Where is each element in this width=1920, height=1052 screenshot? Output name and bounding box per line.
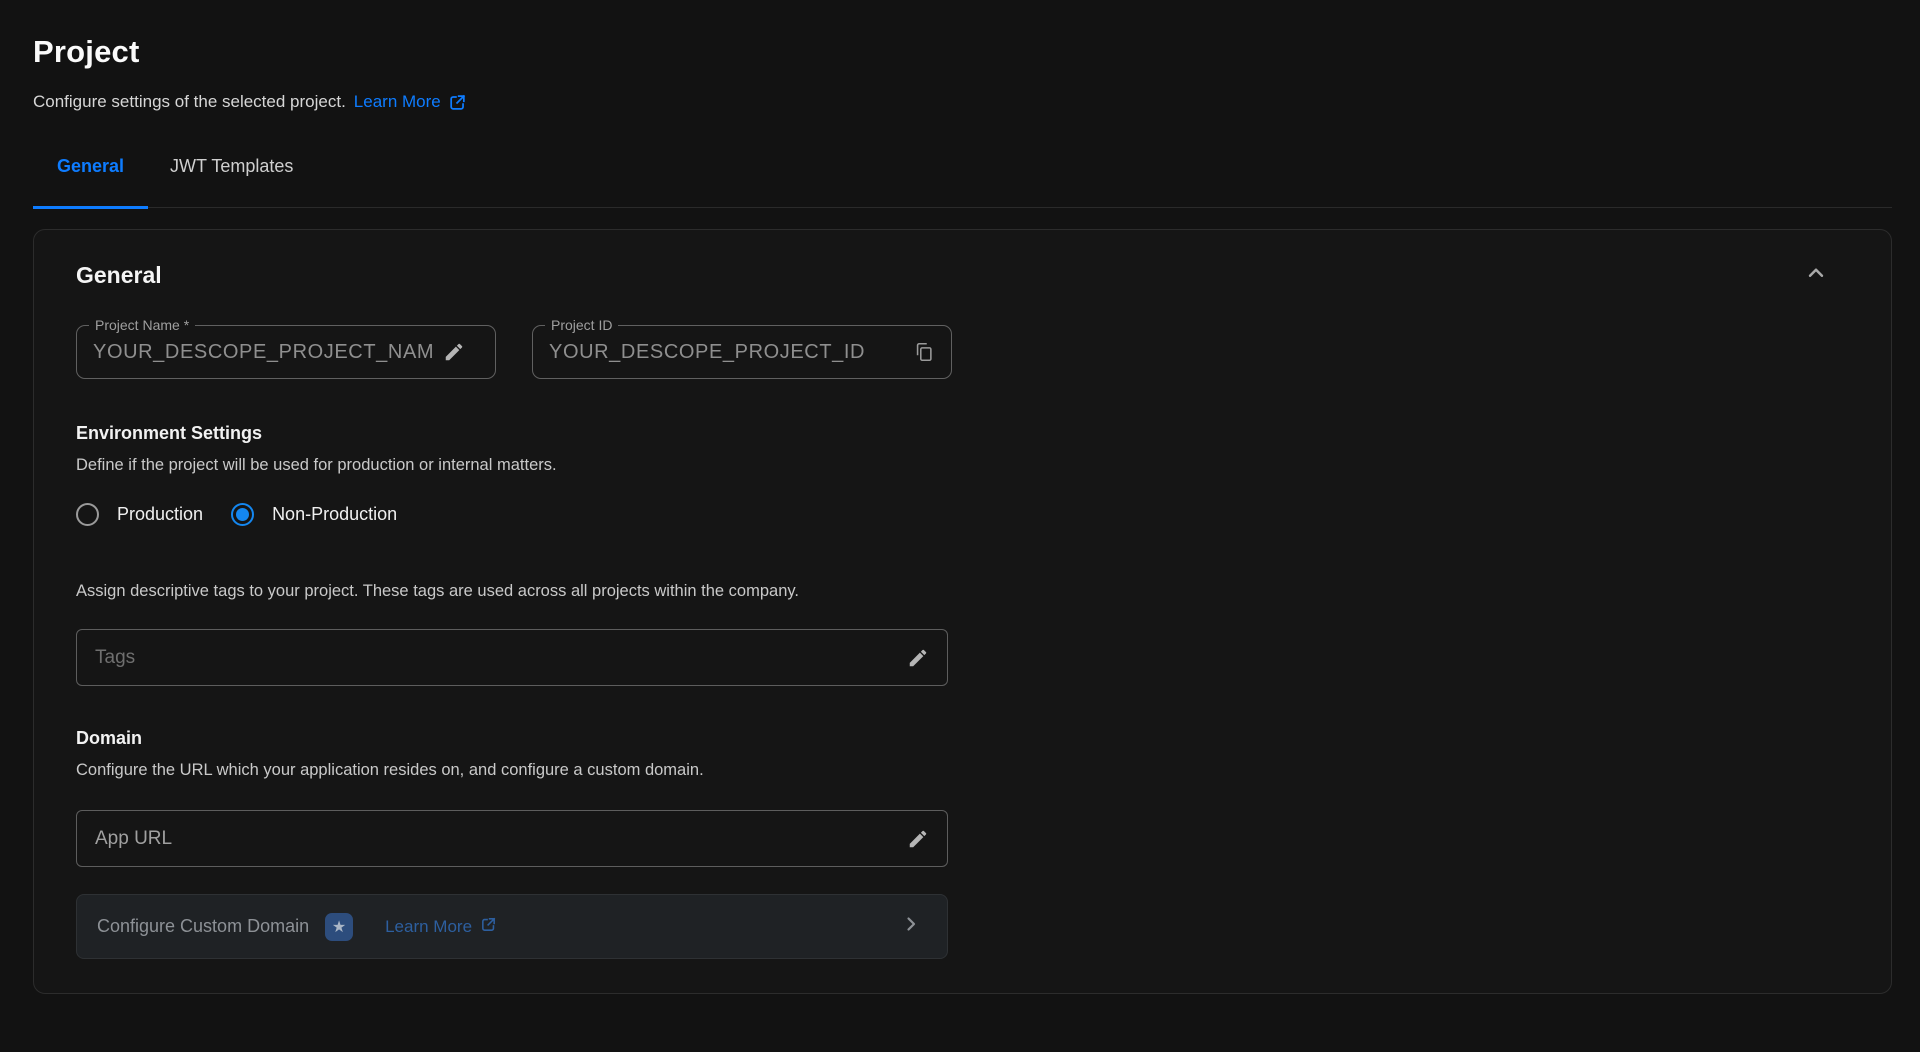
- page: Project Configure settings of the select…: [0, 34, 1920, 994]
- domain-heading: Domain: [76, 728, 1849, 749]
- card-header: General: [76, 260, 1849, 291]
- page-subtitle-text: Configure settings of the selected proje…: [33, 92, 346, 112]
- app-url-input-container: [76, 810, 948, 867]
- project-name-label: Project Name *: [89, 317, 195, 333]
- external-link-icon: [448, 93, 467, 112]
- radio-non-production[interactable]: Non-Production: [231, 503, 397, 526]
- card-heading: General: [76, 262, 162, 289]
- tab-bar: General JWT Templates: [33, 152, 1892, 208]
- radio-selected-icon[interactable]: [231, 503, 254, 526]
- project-id-value: YOUR_DESCOPE_PROJECT_ID: [549, 341, 905, 364]
- tags-section: Assign descriptive tags to your project.…: [76, 582, 1849, 686]
- environment-settings-description: Define if the project will be used for p…: [76, 456, 1849, 475]
- domain-description: Configure the URL which your application…: [76, 761, 1849, 780]
- edit-pencil-icon[interactable]: [443, 341, 465, 363]
- edit-pencil-icon[interactable]: [907, 828, 929, 850]
- environment-settings-heading: Environment Settings: [76, 423, 1849, 444]
- project-id-field: Project ID YOUR_DESCOPE_PROJECT_ID: [532, 325, 952, 379]
- custom-domain-learn-more-link[interactable]: Learn More: [385, 916, 497, 938]
- copy-icon[interactable]: [913, 341, 935, 363]
- radio-unselected-icon[interactable]: [76, 503, 99, 526]
- project-name-field[interactable]: Project Name * YOUR_DESCOPE_PROJECT_NAME: [76, 325, 496, 379]
- learn-more-link[interactable]: Learn More: [354, 92, 467, 112]
- environment-settings-section: Environment Settings Define if the proje…: [76, 423, 1849, 526]
- radio-production-label: Production: [117, 504, 203, 525]
- radio-production[interactable]: Production: [76, 503, 203, 526]
- edit-pencil-icon[interactable]: [907, 647, 929, 669]
- premium-star-icon: ★: [325, 913, 353, 941]
- radio-non-production-label: Non-Production: [272, 504, 397, 525]
- tags-description: Assign descriptive tags to your project.…: [76, 582, 1849, 601]
- page-title: Project: [33, 34, 1896, 70]
- configure-custom-domain-label: Configure Custom Domain: [97, 916, 309, 937]
- tab-jwt-templates[interactable]: JWT Templates: [170, 152, 293, 207]
- collapse-section-button[interactable]: [1803, 260, 1829, 291]
- tags-input[interactable]: [95, 647, 899, 669]
- tab-general[interactable]: General: [33, 152, 148, 207]
- chevron-up-icon: [1803, 260, 1829, 291]
- chevron-right-icon: [899, 912, 923, 941]
- general-settings-card: General Project Name * YOUR_DESCOPE_PROJ…: [33, 229, 1892, 994]
- project-name-value: YOUR_DESCOPE_PROJECT_NAME: [93, 341, 435, 364]
- configure-custom-domain-row[interactable]: Configure Custom Domain ★ Learn More: [76, 894, 948, 959]
- custom-domain-learn-more-label: Learn More: [385, 917, 472, 937]
- project-fields-row: Project Name * YOUR_DESCOPE_PROJECT_NAME…: [76, 325, 1849, 379]
- learn-more-label: Learn More: [354, 92, 441, 112]
- project-id-label: Project ID: [545, 317, 618, 333]
- domain-section: Domain Configure the URL which your appl…: [76, 728, 1849, 959]
- star-glyph: ★: [332, 917, 346, 937]
- tags-input-container: [76, 629, 948, 686]
- environment-radio-group: Production Non-Production: [76, 503, 1849, 526]
- tabs-container: General JWT Templates: [33, 152, 1892, 208]
- app-url-input[interactable]: [95, 828, 899, 850]
- external-link-icon: [480, 916, 497, 938]
- page-subtitle: Configure settings of the selected proje…: [33, 92, 1896, 112]
